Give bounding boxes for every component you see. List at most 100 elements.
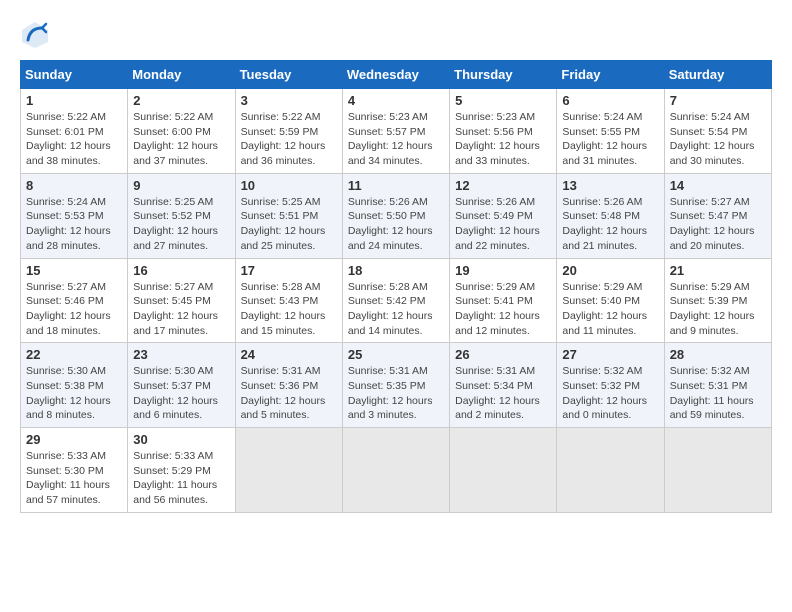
calendar-week-2: 8 Sunrise: 5:24 AMSunset: 5:53 PMDaylight… (21, 173, 772, 258)
day-number: 28 (670, 347, 766, 362)
day-number: 4 (348, 93, 444, 108)
day-number: 16 (133, 263, 229, 278)
calendar-cell: 2 Sunrise: 5:22 AMSunset: 6:00 PMDaylight… (128, 89, 235, 174)
day-info: Sunrise: 5:22 AMSunset: 6:00 PMDaylight:… (133, 110, 229, 169)
day-info: Sunrise: 5:30 AMSunset: 5:37 PMDaylight:… (133, 364, 229, 423)
calendar-cell: 13 Sunrise: 5:26 AMSunset: 5:48 PMDayligh… (557, 173, 664, 258)
day-number: 1 (26, 93, 122, 108)
day-info: Sunrise: 5:25 AMSunset: 5:51 PMDaylight:… (241, 195, 337, 254)
day-number: 22 (26, 347, 122, 362)
calendar-cell: 30 Sunrise: 5:33 AMSunset: 5:29 PMDayligh… (128, 428, 235, 513)
weekday-header-thursday: Thursday (450, 61, 557, 89)
day-number: 6 (562, 93, 658, 108)
calendar-cell: 16Sunrise: 5:27 AMSunset: 5:45 PMDayligh… (128, 258, 235, 343)
day-info: Sunrise: 5:22 AMSunset: 6:01 PMDaylight:… (26, 110, 122, 169)
calendar-table: SundayMondayTuesdayWednesdayThursdayFrid… (20, 60, 772, 513)
day-info: Sunrise: 5:33 AMSunset: 5:29 PMDaylight:… (133, 449, 229, 508)
day-number: 20 (562, 263, 658, 278)
day-number: 26 (455, 347, 551, 362)
day-number: 7 (670, 93, 766, 108)
day-info: Sunrise: 5:25 AMSunset: 5:52 PMDaylight:… (133, 195, 229, 254)
day-info: Sunrise: 5:26 AMSunset: 5:48 PMDaylight:… (562, 195, 658, 254)
day-info: Sunrise: 5:24 AMSunset: 5:54 PMDaylight:… (670, 110, 766, 169)
weekday-header-monday: Monday (128, 61, 235, 89)
calendar-cell: 24 Sunrise: 5:31 AMSunset: 5:36 PMDayligh… (235, 343, 342, 428)
calendar-cell: 5 Sunrise: 5:23 AMSunset: 5:56 PMDaylight… (450, 89, 557, 174)
weekday-header-friday: Friday (557, 61, 664, 89)
day-number: 27 (562, 347, 658, 362)
day-number: 2 (133, 93, 229, 108)
calendar-cell: 4 Sunrise: 5:23 AMSunset: 5:57 PMDaylight… (342, 89, 449, 174)
day-info: Sunrise: 5:26 AMSunset: 5:49 PMDaylight:… (455, 195, 551, 254)
calendar-cell: 1 Sunrise: 5:22 AMSunset: 6:01 PMDaylight… (21, 89, 128, 174)
day-info: Sunrise: 5:30 AMSunset: 5:38 PMDaylight:… (26, 364, 122, 423)
day-info: Sunrise: 5:29 AMSunset: 5:40 PMDaylight:… (562, 280, 658, 339)
day-number: 13 (562, 178, 658, 193)
day-number: 9 (133, 178, 229, 193)
day-info: Sunrise: 5:23 AMSunset: 5:56 PMDaylight:… (455, 110, 551, 169)
calendar-cell (235, 428, 342, 513)
calendar-cell: 20 Sunrise: 5:29 AMSunset: 5:40 PMDayligh… (557, 258, 664, 343)
calendar-cell: 6Sunrise: 5:24 AMSunset: 5:55 PMDaylight… (557, 89, 664, 174)
day-info: Sunrise: 5:28 AMSunset: 5:43 PMDaylight:… (241, 280, 337, 339)
calendar-cell: 29 Sunrise: 5:33 AMSunset: 5:30 PMDayligh… (21, 428, 128, 513)
calendar-cell (342, 428, 449, 513)
day-info: Sunrise: 5:28 AMSunset: 5:42 PMDaylight:… (348, 280, 444, 339)
day-info: Sunrise: 5:29 AMSunset: 5:41 PMDaylight:… (455, 280, 551, 339)
day-info: Sunrise: 5:31 AMSunset: 5:35 PMDaylight:… (348, 364, 444, 423)
calendar-cell: 23 Sunrise: 5:30 AMSunset: 5:37 PMDayligh… (128, 343, 235, 428)
logo (20, 20, 56, 50)
calendar-week-4: 22 Sunrise: 5:30 AMSunset: 5:38 PMDayligh… (21, 343, 772, 428)
calendar-cell: 15Sunrise: 5:27 AMSunset: 5:46 PMDayligh… (21, 258, 128, 343)
day-number: 19 (455, 263, 551, 278)
day-info: Sunrise: 5:31 AMSunset: 5:34 PMDaylight:… (455, 364, 551, 423)
day-number: 29 (26, 432, 122, 447)
day-number: 30 (133, 432, 229, 447)
day-number: 10 (241, 178, 337, 193)
calendar-cell: 25 Sunrise: 5:31 AMSunset: 5:35 PMDayligh… (342, 343, 449, 428)
day-info: Sunrise: 5:26 AMSunset: 5:50 PMDaylight:… (348, 195, 444, 254)
day-info: Sunrise: 5:23 AMSunset: 5:57 PMDaylight:… (348, 110, 444, 169)
day-info: Sunrise: 5:33 AMSunset: 5:30 PMDaylight:… (26, 449, 122, 508)
day-number: 23 (133, 347, 229, 362)
day-info: Sunrise: 5:22 AMSunset: 5:59 PMDaylight:… (241, 110, 337, 169)
day-info: Sunrise: 5:31 AMSunset: 5:36 PMDaylight:… (241, 364, 337, 423)
day-number: 5 (455, 93, 551, 108)
calendar-cell: 12 Sunrise: 5:26 AMSunset: 5:49 PMDayligh… (450, 173, 557, 258)
calendar-cell: 19 Sunrise: 5:29 AMSunset: 5:41 PMDayligh… (450, 258, 557, 343)
day-number: 15 (26, 263, 122, 278)
weekday-header-wednesday: Wednesday (342, 61, 449, 89)
day-number: 24 (241, 347, 337, 362)
day-info: Sunrise: 5:24 AMSunset: 5:53 PMDaylight:… (26, 195, 122, 254)
calendar-cell (664, 428, 771, 513)
calendar-cell: 10 Sunrise: 5:25 AMSunset: 5:51 PMDayligh… (235, 173, 342, 258)
day-info: Sunrise: 5:29 AMSunset: 5:39 PMDaylight:… (670, 280, 766, 339)
calendar-cell (557, 428, 664, 513)
calendar-week-1: 1 Sunrise: 5:22 AMSunset: 6:01 PMDaylight… (21, 89, 772, 174)
calendar-cell: 17Sunrise: 5:28 AMSunset: 5:43 PMDayligh… (235, 258, 342, 343)
weekday-header-sunday: Sunday (21, 61, 128, 89)
day-number: 8 (26, 178, 122, 193)
weekday-header-tuesday: Tuesday (235, 61, 342, 89)
calendar-body: 1 Sunrise: 5:22 AMSunset: 6:01 PMDaylight… (21, 89, 772, 513)
calendar-cell (450, 428, 557, 513)
day-number: 25 (348, 347, 444, 362)
calendar-cell: 21Sunrise: 5:29 AMSunset: 5:39 PMDayligh… (664, 258, 771, 343)
calendar-cell: 26 Sunrise: 5:31 AMSunset: 5:34 PMDayligh… (450, 343, 557, 428)
page-header (20, 20, 772, 50)
day-number: 12 (455, 178, 551, 193)
weekday-header-saturday: Saturday (664, 61, 771, 89)
calendar-cell: 18 Sunrise: 5:28 AMSunset: 5:42 PMDayligh… (342, 258, 449, 343)
day-number: 18 (348, 263, 444, 278)
calendar-header: SundayMondayTuesdayWednesdayThursdayFrid… (21, 61, 772, 89)
calendar-cell: 22 Sunrise: 5:30 AMSunset: 5:38 PMDayligh… (21, 343, 128, 428)
calendar-cell: 14Sunrise: 5:27 AMSunset: 5:47 PMDayligh… (664, 173, 771, 258)
calendar-cell: 27Sunrise: 5:32 AMSunset: 5:32 PMDayligh… (557, 343, 664, 428)
calendar-cell: 9 Sunrise: 5:25 AMSunset: 5:52 PMDaylight… (128, 173, 235, 258)
day-number: 11 (348, 178, 444, 193)
calendar-cell: 3Sunrise: 5:22 AMSunset: 5:59 PMDaylight… (235, 89, 342, 174)
calendar-week-5: 29 Sunrise: 5:33 AMSunset: 5:30 PMDayligh… (21, 428, 772, 513)
logo-icon (20, 20, 50, 50)
calendar-cell: 7 Sunrise: 5:24 AMSunset: 5:54 PMDaylight… (664, 89, 771, 174)
weekday-header-row: SundayMondayTuesdayWednesdayThursdayFrid… (21, 61, 772, 89)
